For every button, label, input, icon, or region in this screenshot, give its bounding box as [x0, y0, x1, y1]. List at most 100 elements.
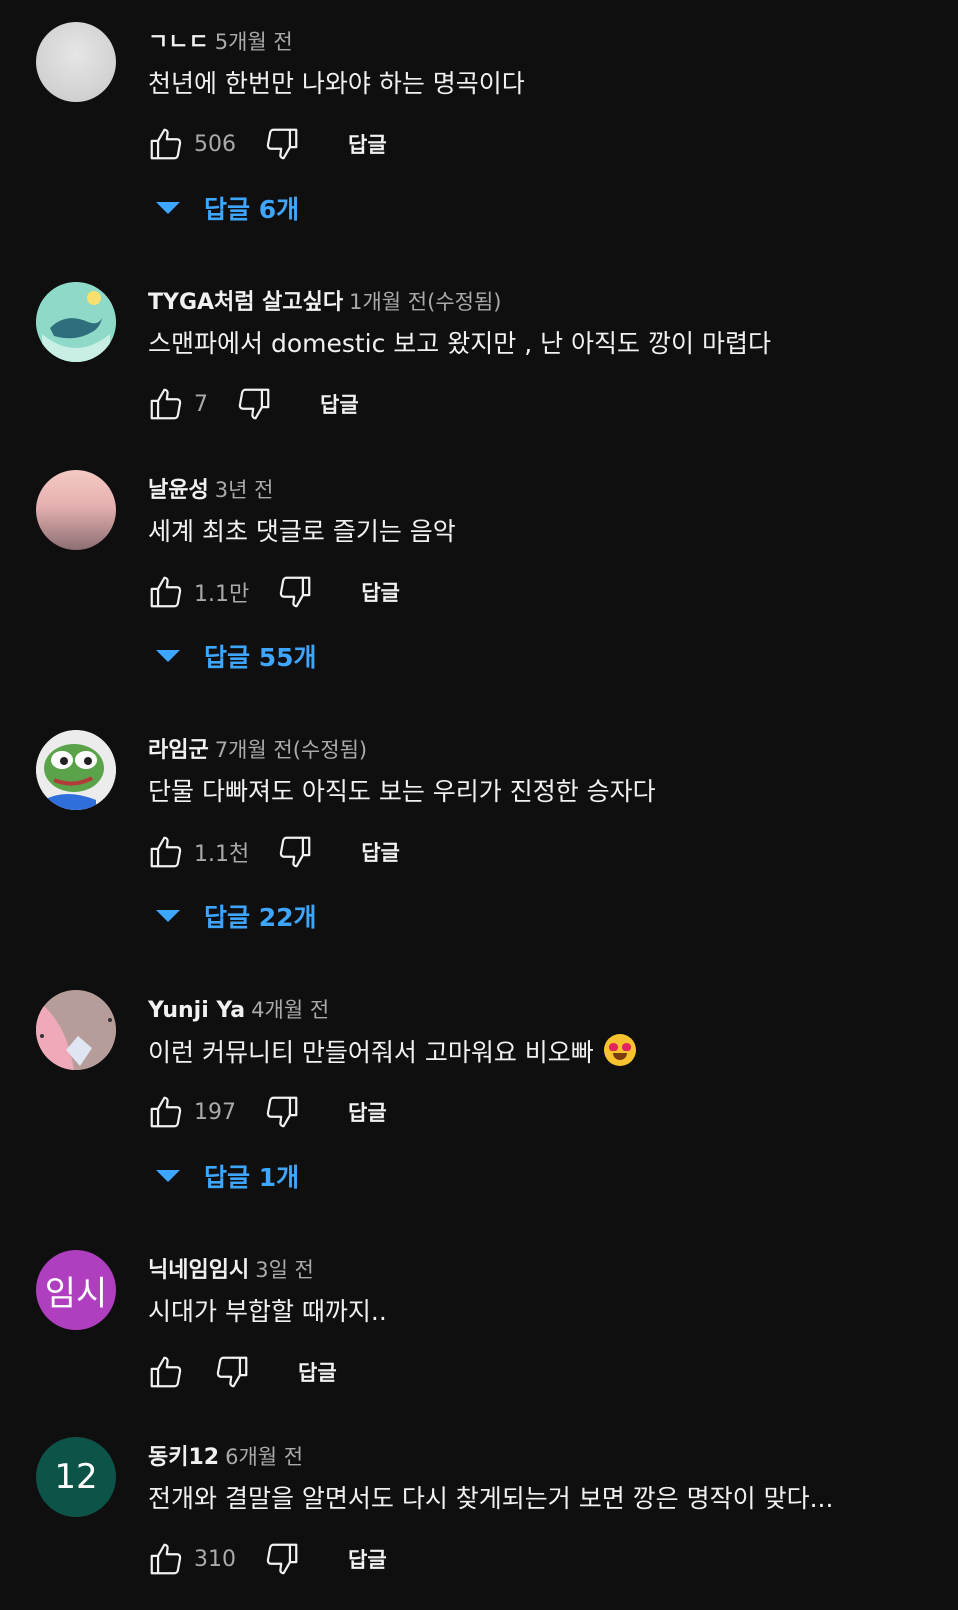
view-replies-button[interactable]: 답글 1개: [156, 1158, 299, 1194]
comment-header: ㄱㄴㄷ 5개월 전: [148, 28, 293, 57]
view-replies-button[interactable]: 답글 22개: [156, 898, 317, 934]
comment-header: 날윤성 3년 전: [148, 476, 273, 505]
thumbs-up-icon: [150, 1543, 182, 1575]
comment-author[interactable]: 라임군: [148, 738, 209, 763]
comment-author[interactable]: Yunji Ya: [148, 998, 245, 1023]
caret-down-icon: [156, 1170, 180, 1182]
avatar[interactable]: [36, 22, 116, 102]
reply-button[interactable]: 답글: [348, 1097, 387, 1127]
comment-author[interactable]: ㄱㄴㄷ: [148, 30, 209, 55]
caret-down-icon: [156, 650, 180, 662]
replies-count: 답글 6개: [204, 195, 300, 224]
thumbs-down-icon: [216, 1356, 248, 1388]
comment-time[interactable]: 4개월 전: [251, 998, 329, 1022]
comment-header: 라임군 7개월 전(수정됨): [148, 736, 367, 765]
comment-text: 전개와 결말을 알면서도 다시 찾게되는거 보면 깡은 명작이 맞다...: [148, 1484, 834, 1513]
comment-header: Yunji Ya 4개월 전: [148, 996, 329, 1025]
reply-button[interactable]: 답글: [361, 837, 400, 867]
heart-eyes-emoji-icon: [603, 1034, 636, 1066]
thumbs-down-icon: [266, 128, 298, 160]
thumbs-up-icon: [150, 836, 182, 868]
comment-header: 닉네임임시 3일 전: [148, 1256, 314, 1285]
comment-author[interactable]: 닉네임임시: [148, 1258, 249, 1283]
comment-text: 시대가 부합할 때까지..: [148, 1297, 387, 1326]
reply-button[interactable]: 답글: [298, 1357, 337, 1387]
like-count: 506: [194, 131, 236, 157]
dislike-button[interactable]: [232, 382, 276, 426]
avatar[interactable]: [36, 282, 116, 362]
comment-text: 세계 최초 댓글로 즐기는 음악: [148, 517, 456, 546]
caret-down-icon: [156, 910, 180, 922]
thumbs-down-icon: [266, 1096, 298, 1128]
comment-text: 스맨파에서 domestic 보고 왔지만 , 난 아직도 깡이 마렵다: [148, 329, 771, 358]
comment-actions: 7 답글: [144, 382, 359, 426]
thumbs-up-icon: [150, 576, 182, 608]
comments-section: ㄱㄴㄷ 5개월 전 천년에 한번만 나와야 하는 명곡이다 506 답글 답글 6…: [0, 0, 958, 1610]
avatar[interactable]: [36, 990, 116, 1070]
thumbs-down-icon: [279, 836, 311, 868]
replies-count: 답글 55개: [204, 643, 317, 672]
thumbs-up-icon: [150, 1356, 182, 1388]
like-button[interactable]: [144, 382, 188, 426]
frog-icon: [36, 730, 116, 810]
view-replies-button[interactable]: 답글 55개: [156, 638, 317, 674]
like-count: 1.1만: [194, 582, 250, 607]
thumbs-up-icon: [150, 388, 182, 420]
dislike-button[interactable]: [210, 1350, 254, 1394]
like-button[interactable]: [144, 1537, 188, 1581]
reply-button[interactable]: 답글: [361, 577, 400, 607]
character-avatar-icon: [36, 990, 116, 1070]
comment-text-content: 이런 커뮤니티 만들어줘서 고마워요 비오빠: [148, 1038, 594, 1067]
like-count: 1.1천: [194, 842, 250, 867]
comment-time[interactable]: 6개월 전: [225, 1445, 303, 1469]
reply-button[interactable]: 답글: [348, 129, 387, 159]
comment-actions: 답글: [144, 1350, 337, 1394]
like-button[interactable]: [144, 1090, 188, 1134]
avatar-letters: 12: [54, 1457, 98, 1497]
comment-actions: 310 답글: [144, 1537, 387, 1581]
view-replies-button[interactable]: 답글 6개: [156, 190, 299, 226]
replies-count: 답글 1개: [204, 1163, 300, 1192]
comment-text: 이런 커뮤니티 만들어줘서 고마워요 비오빠: [148, 1034, 636, 1071]
like-button[interactable]: [144, 830, 188, 874]
dislike-button[interactable]: [273, 830, 317, 874]
avatar[interactable]: [36, 730, 116, 810]
like-button[interactable]: [144, 122, 188, 166]
comment-header: TYGA처럼 살고싶다 1개월 전(수정됨): [148, 288, 501, 317]
dislike-button[interactable]: [260, 1537, 304, 1581]
comment-author[interactable]: 날윤성: [148, 478, 209, 503]
like-count: 197: [194, 1099, 236, 1125]
comment-actions: 1.1천 답글: [144, 830, 400, 874]
comment-text: 단물 다빠져도 아직도 보는 우리가 진정한 승자다: [148, 777, 656, 806]
dislike-button[interactable]: [273, 570, 317, 614]
avatar[interactable]: [36, 470, 116, 550]
comment-author[interactable]: TYGA처럼 살고싶다: [148, 290, 343, 315]
like-button[interactable]: [144, 1350, 188, 1394]
dislike-button[interactable]: [260, 122, 304, 166]
thumbs-up-icon: [150, 128, 182, 160]
reply-button[interactable]: 답글: [348, 1544, 387, 1574]
whale-icon: [36, 282, 116, 362]
comment-actions: 197 답글: [144, 1090, 387, 1134]
comment-time[interactable]: 5개월 전: [215, 30, 293, 54]
like-count: 310: [194, 1546, 236, 1572]
comment-actions: 506 답글: [144, 122, 387, 166]
thumbs-down-icon: [266, 1543, 298, 1575]
comment-header: 동키12 6개월 전: [148, 1443, 303, 1472]
avatar[interactable]: 임시: [36, 1250, 116, 1330]
comment-time[interactable]: 1개월 전(수정됨): [349, 290, 501, 314]
comment-time[interactable]: 7개월 전(수정됨): [215, 738, 367, 762]
like-count: 7: [194, 391, 208, 417]
avatar[interactable]: 12: [36, 1437, 116, 1517]
reply-button[interactable]: 답글: [320, 389, 359, 419]
dislike-button[interactable]: [260, 1090, 304, 1134]
caret-down-icon: [156, 202, 180, 214]
comment-text: 천년에 한번만 나와야 하는 명곡이다: [148, 69, 525, 98]
comment-time[interactable]: 3일 전: [255, 1258, 314, 1282]
comment-time[interactable]: 3년 전: [215, 478, 274, 502]
comment-actions: 1.1만 답글: [144, 570, 400, 614]
comment-author[interactable]: 동키12: [148, 1445, 219, 1470]
replies-count: 답글 22개: [204, 903, 317, 932]
like-button[interactable]: [144, 570, 188, 614]
thumbs-down-icon: [279, 576, 311, 608]
